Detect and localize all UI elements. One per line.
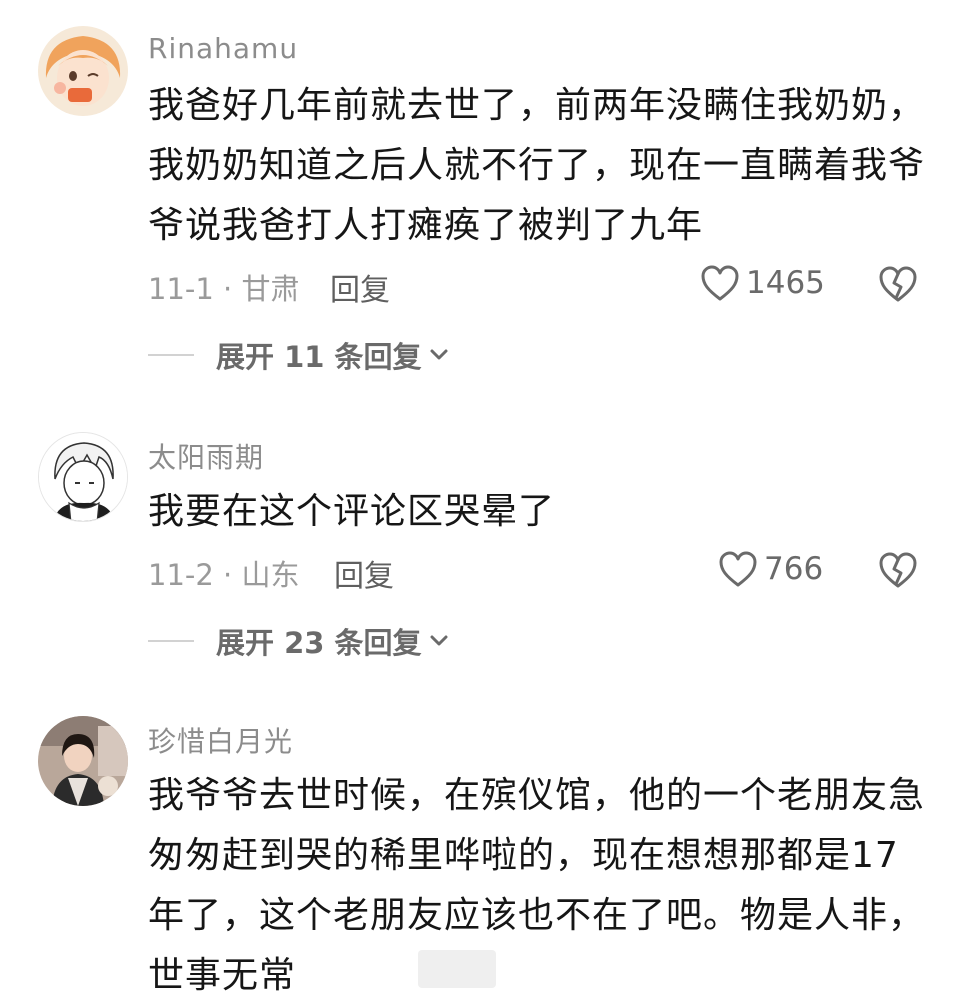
username[interactable]: Rinahamu [148, 32, 298, 65]
heart-icon [719, 551, 757, 587]
username[interactable]: 珍惜白月光 [148, 720, 293, 760]
avatar[interactable] [38, 716, 128, 806]
sketch-boy-avatar-icon [39, 433, 127, 521]
dislike-button[interactable] [878, 551, 918, 593]
broken-heart-icon [879, 552, 917, 588]
reply-button[interactable]: 回复 [330, 265, 390, 309]
reply-button[interactable]: 回复 [334, 551, 394, 595]
expand-replies[interactable]: 展开 11 条回复 [148, 334, 450, 376]
watermark-blur [418, 950, 496, 988]
username[interactable]: 太阳雨期 [148, 436, 264, 476]
expand-divider [148, 354, 194, 356]
comment-item: Rinahamu 我爸好几年前就去世了，前两年没瞒住我奶奶，我奶奶知道之后人就不… [0, 0, 960, 390]
dislike-button[interactable] [878, 265, 918, 307]
expand-divider [148, 640, 194, 642]
comment-meta: 11-1 · 甘肃 [148, 272, 300, 306]
like-count: 1465 [746, 265, 825, 301]
comment-text: 我爷爷去世时候，在殡仪馆，他的一个老朋友急匆匆赶到哭的稀里哗啦的，现在想想那都是… [148, 775, 926, 996]
broken-heart-icon [879, 266, 917, 302]
comment-meta: 11-2 · 山东 [148, 558, 300, 592]
expand-replies-label: 展开 11 条回复 [216, 340, 422, 374]
avatar[interactable] [38, 26, 128, 116]
comment-text: 我爸好几年前就去世了，前两年没瞒住我奶奶，我奶奶知道之后人就不行了，现在一直瞒着… [148, 85, 926, 246]
anime-girl-avatar-icon [38, 26, 128, 116]
avatar[interactable] [38, 432, 128, 522]
expand-replies[interactable]: 展开 23 条回复 [148, 620, 450, 662]
chevron-down-icon [428, 630, 450, 652]
like-button[interactable]: 766 [718, 550, 823, 588]
heart-icon [701, 265, 739, 301]
like-button[interactable]: 1465 [700, 264, 825, 302]
like-count: 766 [764, 551, 824, 587]
expand-replies-label: 展开 23 条回复 [216, 626, 422, 660]
photo-avatar-icon [38, 716, 128, 806]
comment-text: 我要在这个评论区哭晕了 [148, 491, 556, 532]
chevron-down-icon [428, 344, 450, 366]
comment-item: 太阳雨期 我要在这个评论区哭晕了 11-2 · 山东 回复 766 展开 23 … [0, 400, 960, 690]
